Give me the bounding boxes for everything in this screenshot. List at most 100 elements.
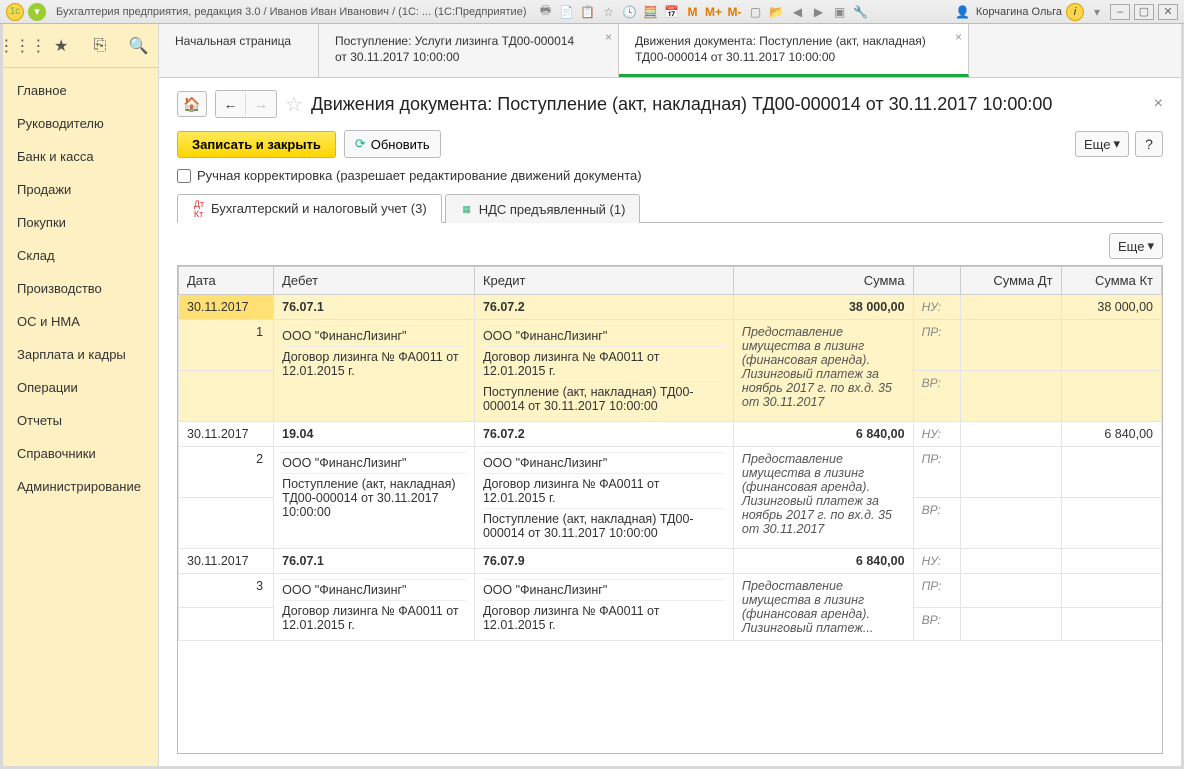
col-sdt[interactable]: Сумма Дт xyxy=(961,267,1061,295)
search-icon[interactable]: 🔍 xyxy=(128,35,150,57)
nav-item-6[interactable]: Производство xyxy=(3,272,158,305)
subtab-accounting[interactable]: ДтКт Бухгалтерский и налоговый учет (3) xyxy=(177,194,442,223)
m-icon[interactable]: M xyxy=(683,3,701,21)
cell-debit-detail[interactable]: ООО "ФинансЛизинг"Договор лизинга № ФА00… xyxy=(274,574,475,641)
cell-credit-acct[interactable]: 76.07.2 xyxy=(474,422,733,447)
cell-sum[interactable]: 38 000,00 xyxy=(733,295,913,320)
col-sum[interactable]: Сумма xyxy=(733,267,913,295)
cell-sum[interactable]: 6 840,00 xyxy=(733,422,913,447)
cell-date[interactable]: 30.11.2017 xyxy=(179,422,274,447)
cell-credit-detail[interactable]: ООО "ФинансЛизинг"Договор лизинга № ФА00… xyxy=(474,447,733,549)
manual-edit-checkbox[interactable] xyxy=(177,169,191,183)
cell-sdt[interactable] xyxy=(961,422,1061,447)
nav-item-7[interactable]: ОС и НМА xyxy=(3,305,158,338)
cell-skt[interactable] xyxy=(1061,549,1161,574)
nav-item-4[interactable]: Покупки xyxy=(3,206,158,239)
tab-close-icon[interactable]: × xyxy=(955,30,962,44)
calendar-icon[interactable]: 📅 xyxy=(662,3,680,21)
calc-icon[interactable]: 🧮 xyxy=(641,3,659,21)
cell-sdt[interactable] xyxy=(961,295,1061,320)
info-dropdown-icon[interactable]: ▾ xyxy=(1088,3,1106,21)
cell-sum[interactable]: 6 840,00 xyxy=(733,549,913,574)
table-row[interactable]: 3ООО "ФинансЛизинг"Договор лизинга № ФА0… xyxy=(179,574,1162,608)
cell-credit-detail[interactable]: ООО "ФинансЛизинг"Договор лизинга № ФА00… xyxy=(474,320,733,422)
cell-debit-detail[interactable]: ООО "ФинансЛизинг"Поступление (акт, накл… xyxy=(274,447,475,549)
favorite-icon[interactable]: ☆ xyxy=(285,92,303,117)
print-icon[interactable]: 🖶 xyxy=(536,3,554,21)
minimize-button[interactable]: – xyxy=(1110,4,1130,20)
cell-debit-detail[interactable]: ООО "ФинансЛизинг"Договор лизинга № ФА00… xyxy=(274,320,475,422)
paste-icon[interactable]: 📋 xyxy=(578,3,596,21)
cell-credit-acct[interactable]: 76.07.2 xyxy=(474,295,733,320)
nav-item-5[interactable]: Склад xyxy=(3,239,158,272)
cell-skt[interactable]: 38 000,00 xyxy=(1061,295,1161,320)
cell-sdt[interactable] xyxy=(961,549,1061,574)
home-button[interactable]: 🏠 xyxy=(177,91,207,117)
help-button[interactable]: ? xyxy=(1135,131,1163,157)
nav-item-11[interactable]: Справочники xyxy=(3,437,158,470)
cell-index[interactable]: 1 xyxy=(179,320,274,371)
tab-close-icon[interactable]: × xyxy=(605,30,612,44)
nav-item-3[interactable]: Продажи xyxy=(3,173,158,206)
col-credit[interactable]: Кредит xyxy=(474,267,733,295)
tab-start[interactable]: Начальная страница xyxy=(159,24,319,77)
nav-item-12[interactable]: Администрирование xyxy=(3,470,158,503)
fav-icon[interactable]: ☆ xyxy=(599,3,617,21)
nav-item-8[interactable]: Зарплата и кадры xyxy=(3,338,158,371)
cell-index[interactable]: 2 xyxy=(179,447,274,498)
cell-date[interactable]: 30.11.2017 xyxy=(179,295,274,320)
table-row[interactable]: 1ООО "ФинансЛизинг"Договор лизинга № ФА0… xyxy=(179,320,1162,371)
close-button[interactable]: ✕ xyxy=(1158,4,1178,20)
postings-table[interactable]: Дата Дебет Кредит Сумма Сумма Дт Сумма К… xyxy=(177,265,1163,754)
nav-item-10[interactable]: Отчеты xyxy=(3,404,158,437)
save-close-button[interactable]: Записать и закрыть xyxy=(177,131,336,158)
nav-item-0[interactable]: Главное xyxy=(3,74,158,107)
table-more-button[interactable]: Еще▾ xyxy=(1109,233,1163,259)
sections-icon[interactable]: ⋮⋮⋮ xyxy=(11,35,33,57)
mplus-icon[interactable]: M+ xyxy=(704,3,722,21)
more-button[interactable]: Еще▾ xyxy=(1075,131,1129,157)
tools-icon[interactable]: 🔧 xyxy=(851,3,869,21)
nav-back-button[interactable]: ← xyxy=(216,91,246,117)
clock-icon[interactable]: 🕓 xyxy=(620,3,638,21)
subtab-nds[interactable]: ▦ НДС предъявленный (1) xyxy=(445,194,641,223)
cell-debit-acct[interactable]: 76.07.1 xyxy=(274,295,475,320)
cell-date[interactable]: 30.11.2017 xyxy=(179,549,274,574)
table-row[interactable]: 30.11.201776.07.176.07.96 840,00НУ: xyxy=(179,549,1162,574)
cell-debit-acct[interactable]: 19.04 xyxy=(274,422,475,447)
open-icon[interactable]: 📂 xyxy=(767,3,785,21)
nav-forward-button[interactable]: → xyxy=(246,91,276,117)
cell-index[interactable]: 3 xyxy=(179,574,274,608)
history-icon[interactable]: ⎘ xyxy=(89,35,111,57)
table-row[interactable]: 30.11.201719.0476.07.26 840,00НУ:6 840,0… xyxy=(179,422,1162,447)
col-date[interactable]: Дата xyxy=(179,267,274,295)
mminus-icon[interactable]: M- xyxy=(725,3,743,21)
cell-credit-detail[interactable]: ООО "ФинансЛизинг"Договор лизинга № ФА00… xyxy=(474,574,733,641)
dropdown-icon[interactable]: ▾ xyxy=(28,3,46,21)
refresh-button[interactable]: ⟳ Обновить xyxy=(344,130,441,158)
table-row[interactable]: 2ООО "ФинансЛизинг"Поступление (акт, нак… xyxy=(179,447,1162,498)
user-name[interactable]: Корчагина Ольга xyxy=(976,6,1062,18)
col-skt[interactable]: Сумма Кт xyxy=(1061,267,1161,295)
tab-movements[interactable]: Движения документа: Поступление (акт, на… xyxy=(619,24,969,77)
nav-item-2[interactable]: Банк и касса xyxy=(3,140,158,173)
page-close-icon[interactable]: × xyxy=(1154,95,1163,113)
new-icon[interactable]: ▢ xyxy=(746,3,764,21)
col-debit[interactable]: Дебет xyxy=(274,267,475,295)
cell-desc[interactable]: Предоставление имущества в лизинг (финан… xyxy=(733,447,913,549)
info-icon[interactable]: i xyxy=(1066,3,1084,21)
copy-icon[interactable]: 📄 xyxy=(557,3,575,21)
maximize-button[interactable]: ▢ xyxy=(1134,4,1154,20)
star-icon[interactable]: ★ xyxy=(50,35,72,57)
fwd-icon[interactable]: ▶ xyxy=(809,3,827,21)
cell-desc[interactable]: Предоставление имущества в лизинг (финан… xyxy=(733,574,913,641)
table-row[interactable]: 30.11.201776.07.176.07.238 000,00НУ:38 0… xyxy=(179,295,1162,320)
nav-item-9[interactable]: Операции xyxy=(3,371,158,404)
windows-icon[interactable]: ▣ xyxy=(830,3,848,21)
cell-credit-acct[interactable]: 76.07.9 xyxy=(474,549,733,574)
col-reg[interactable] xyxy=(913,267,961,295)
tab-receipt[interactable]: Поступление: Услуги лизинга ТД00-000014о… xyxy=(319,24,619,77)
cell-skt[interactable]: 6 840,00 xyxy=(1061,422,1161,447)
back-icon[interactable]: ◀ xyxy=(788,3,806,21)
cell-desc[interactable]: Предоставление имущества в лизинг (финан… xyxy=(733,320,913,422)
